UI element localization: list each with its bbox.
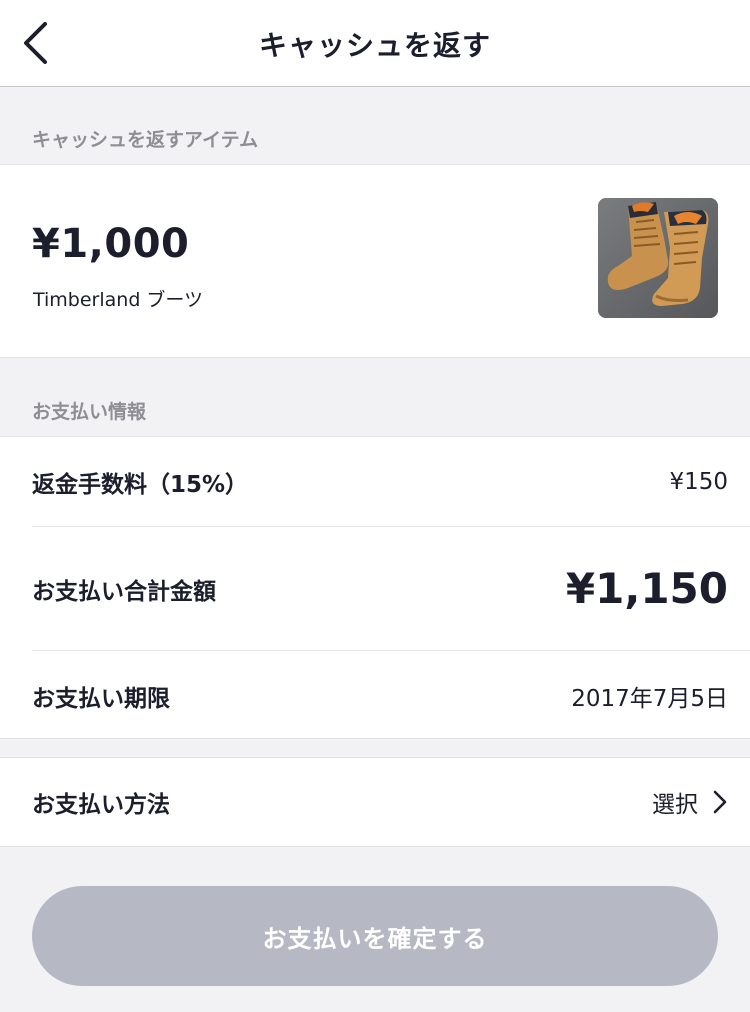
payment-method-select[interactable]: 選択 (652, 785, 728, 819)
navigation-bar: キャッシュを返す (0, 0, 750, 87)
total-value: ¥1,150 (565, 564, 728, 613)
item-section-heading: キャッシュを返すアイテム (32, 129, 259, 151)
page-title: キャッシュを返す (258, 29, 491, 62)
payment-method-row[interactable]: お支払い方法 選択 (0, 758, 750, 846)
payment-info-block: 返金手数料（15%） ¥150 お支払い合計金額 ¥1,150 お支払い期限 2… (0, 436, 750, 739)
deadline-label: お支払い期限 (32, 685, 170, 712)
payment-method-label: お支払い方法 (32, 792, 170, 818)
item-thumbnail[interactable] (598, 198, 718, 318)
fee-value: ¥150 (669, 468, 728, 495)
payment-section-heading: お支払い情報 (32, 401, 147, 423)
chevron-right-icon (713, 790, 727, 814)
item-card: ¥1,000 Timberland ブーツ (0, 164, 750, 358)
total-row: お支払い合計金額 ¥1,150 (0, 527, 750, 650)
item-price: ¥1,000 (32, 221, 190, 267)
payment-method-block[interactable]: お支払い方法 選択 (0, 757, 750, 847)
confirm-payment-button[interactable]: お支払いを確定する (32, 886, 718, 986)
deadline-row: お支払い期限 2017年7月5日 (0, 651, 750, 740)
fee-row: 返金手数料（15%） ¥150 (0, 437, 750, 526)
boots-photo (598, 198, 718, 318)
deadline-value: 2017年7月5日 (571, 685, 728, 712)
item-name: Timberland ブーツ (33, 289, 204, 311)
fee-label: 返金手数料（15%） (32, 471, 249, 498)
payment-method-value: 選択 (652, 792, 698, 818)
total-label: お支払い合計金額 (32, 578, 216, 605)
